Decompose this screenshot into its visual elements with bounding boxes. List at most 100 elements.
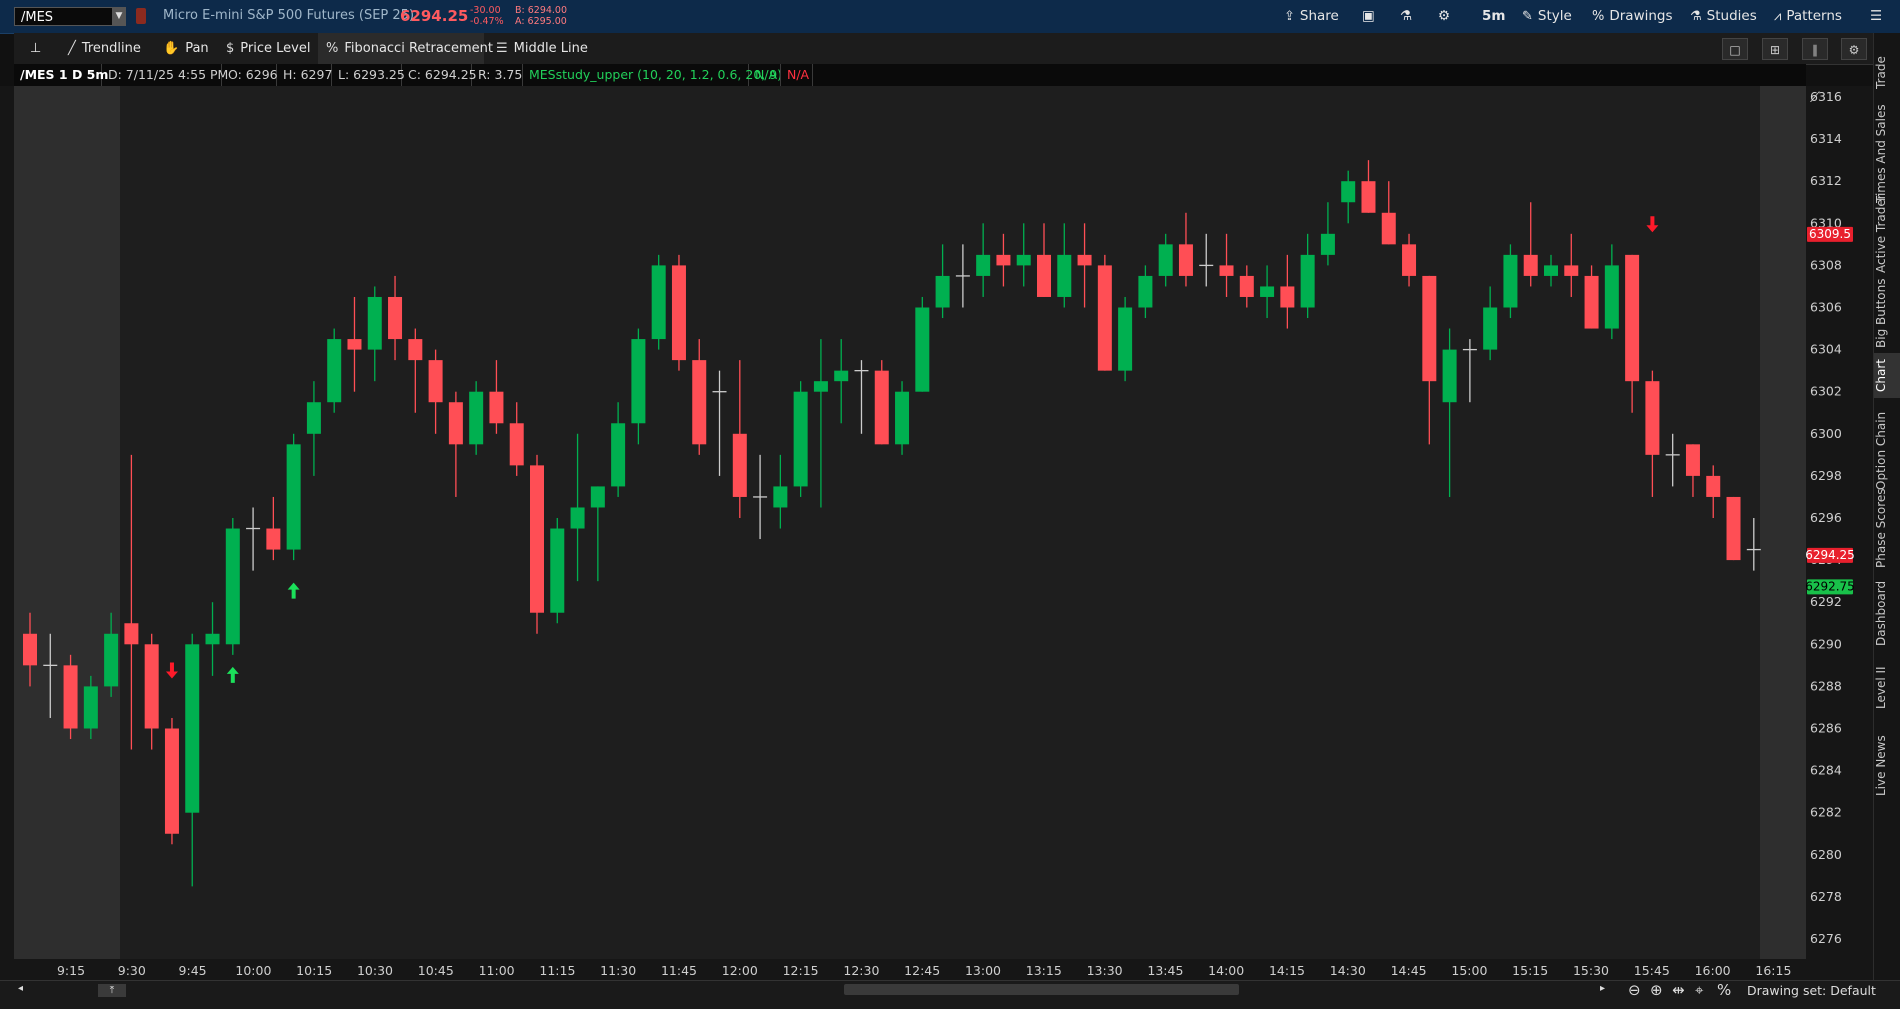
candle-body (1158, 244, 1173, 276)
candle-body (144, 644, 159, 729)
candle-body (1016, 254, 1031, 266)
candle-body (1097, 265, 1112, 371)
price-tick-label: 6302 (1810, 384, 1842, 399)
candle-body (83, 686, 98, 729)
link-icon[interactable] (136, 8, 146, 24)
style-icon: ✎ (1522, 9, 1533, 24)
chart-background (14, 86, 1806, 959)
price-tick-label: 6284 (1810, 763, 1842, 778)
candle-body (611, 423, 626, 487)
horizontal-scrollbar[interactable] (844, 984, 1239, 995)
info-symbol-period: /MES 1 D 5m (14, 64, 108, 86)
symbol-input[interactable]: /MES (14, 7, 126, 26)
fibonacci-retracement-tool[interactable]: % Fibonacci Retracement (326, 38, 493, 60)
scroll-right-icon[interactable]: ▸ (1600, 983, 1605, 994)
price-level-tool[interactable]: $ Price Level (226, 38, 310, 60)
symbol-dropdown-icon[interactable]: ▼ (112, 8, 126, 25)
chart-settings-icon[interactable]: ⚙ (1841, 38, 1867, 60)
candle-body (651, 265, 666, 340)
price-tick-label: 6290 (1810, 636, 1842, 651)
percent-change: -0.47% (470, 16, 504, 27)
candle-body (1685, 444, 1700, 476)
candle-body (1604, 265, 1619, 329)
go-to-start-icon[interactable]: ⤒ (98, 984, 126, 997)
candle-body (976, 254, 991, 276)
time-tick-label: 12:30 (843, 963, 879, 978)
settings-gear-icon[interactable]: ⚙ (1438, 8, 1450, 24)
screenshot-icon[interactable]: ▣ (1362, 8, 1375, 24)
price-tick-label: 6308 (1810, 257, 1842, 272)
time-tick-label: 14:00 (1208, 963, 1244, 978)
net-change: -30.00 (470, 5, 501, 16)
candle-body (530, 465, 544, 613)
bars-icon[interactable]: ∥ (1802, 38, 1828, 60)
candle-body (367, 296, 382, 350)
study-label[interactable]: MESstudy_upper (10, 20, 1.2, 0.6, 20, 9) (523, 64, 782, 86)
side-tab-live-news[interactable]: Live News (1874, 723, 1900, 808)
drawing-set-label[interactable]: Drawing set: Default (1747, 983, 1876, 998)
zoom-out-icon[interactable]: ⊖ (1628, 981, 1641, 999)
price-tick-label: 6312 (1810, 173, 1842, 188)
candle-body (1402, 244, 1417, 276)
candle-body (23, 633, 37, 666)
candle-body (266, 528, 281, 550)
middle-line-icon: ☰ (496, 41, 508, 56)
price-marker-bid: 6292.75 (1805, 579, 1855, 593)
side-tab-times-and-sales[interactable]: Times And Sales (1874, 104, 1900, 203)
studies-button[interactable]: ⚗ Studies (1690, 8, 1757, 24)
share-button[interactable]: ⇪ Share (1284, 8, 1339, 24)
candle-body (185, 644, 200, 813)
time-tick-label: 13:15 (1026, 963, 1062, 978)
side-tab-level-ii[interactable]: Level II (1874, 658, 1900, 718)
candle-body (671, 265, 686, 361)
candle-body (590, 486, 605, 508)
pan-tool[interactable]: ✋ Pan (163, 38, 209, 60)
side-tab-big-buttons[interactable]: Big Buttons (1874, 273, 1900, 353)
fibonacci-quick-icon[interactable]: % (1717, 981, 1731, 999)
patterns-button[interactable]: ⩘ Patterns (1774, 8, 1842, 24)
bid-price: B: 6294.00 (515, 5, 568, 16)
style-button[interactable]: ✎ Style (1522, 8, 1572, 24)
crosshair-icon[interactable]: ⌖ (1695, 981, 1703, 999)
menu-icon[interactable]: ☰ (1870, 8, 1882, 24)
price-chart[interactable]: 6276 6278 6280 6282 6284 6286 6288 6290 6292 6294… (0, 86, 1873, 980)
side-tab-active-trader[interactable]: Active Trader (1874, 194, 1900, 273)
side-tab-dashboard[interactable]: Dashboard (1874, 568, 1900, 658)
zoom-in-icon[interactable]: ⊕ (1650, 981, 1663, 999)
side-tab-trade[interactable]: Trade (1874, 43, 1900, 103)
grid-layout-icon[interactable]: ⊞ (1762, 38, 1788, 60)
middle-line-tool[interactable]: ☰ Middle Line (496, 38, 588, 60)
price-tick-label: 6282 (1810, 805, 1842, 820)
candle-body (286, 444, 301, 550)
candle-body (1320, 233, 1335, 255)
time-tick-label: 15:45 (1634, 963, 1670, 978)
candle-body (834, 370, 849, 382)
time-tick-label: 10:00 (235, 963, 271, 978)
expand-horizontal-icon[interactable]: ⇹ (1672, 981, 1685, 999)
time-tick-label: 13:00 (965, 963, 1001, 978)
info-low: L: 6293.25 (332, 64, 405, 86)
candle-body (1584, 275, 1599, 329)
axis-zoom-icon[interactable]: ⟋ (1810, 90, 1820, 106)
pin-icon[interactable]: ⊥ (30, 38, 41, 60)
single-layout-icon[interactable]: □ (1722, 38, 1748, 60)
time-tick-label: 11:00 (479, 963, 515, 978)
candle-body (1341, 181, 1356, 203)
candle-body (550, 528, 565, 613)
drawings-button[interactable]: % Drawings (1592, 8, 1673, 24)
time-tick-label: 13:45 (1147, 963, 1183, 978)
time-tick-label: 15:00 (1451, 963, 1487, 978)
timeframe-button[interactable]: 5m (1482, 8, 1505, 24)
time-tick-label: 16:15 (1755, 963, 1791, 978)
share-icon: ⇪ (1284, 9, 1295, 24)
time-tick-label: 10:45 (418, 963, 454, 978)
side-tab-phase-scores[interactable]: Phase Scores (1874, 488, 1900, 568)
time-tick-label: 16:00 (1695, 963, 1731, 978)
last-price: 6294.25 (400, 7, 469, 25)
candle-body (1239, 275, 1254, 297)
side-tab-option-chain[interactable]: Option Chain (1874, 403, 1900, 498)
side-tab-chart[interactable]: Chart (1874, 353, 1900, 398)
scroll-left-icon[interactable]: ◂ (18, 983, 23, 994)
trendline-tool[interactable]: ╱ Trendline (68, 38, 141, 60)
flask-icon[interactable]: ⚗ (1400, 8, 1412, 24)
